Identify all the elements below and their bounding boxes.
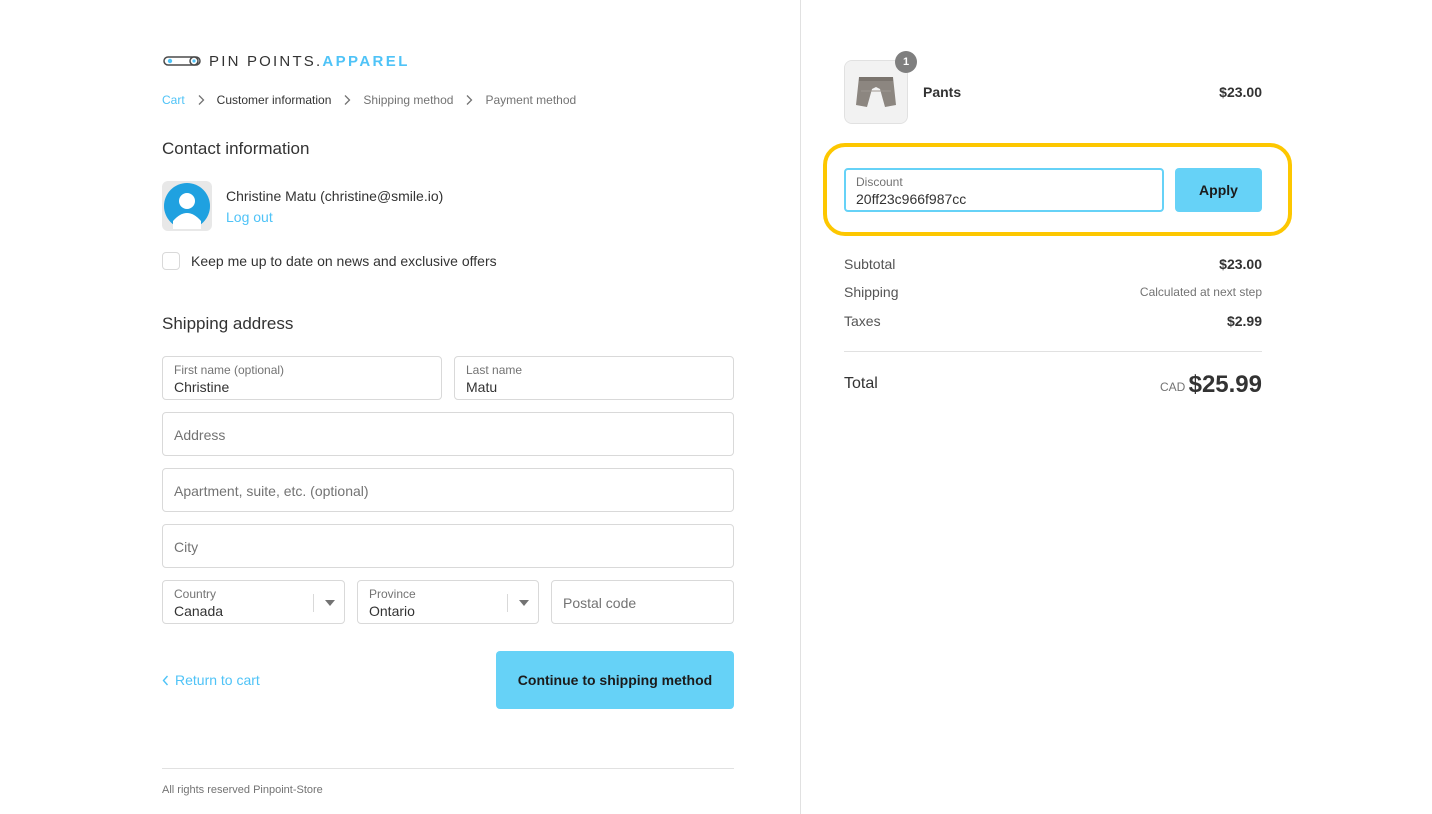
discount-label: Discount	[856, 175, 903, 189]
main-content: PIN POINTS.APPAREL Cart Customer informa…	[0, 0, 800, 814]
product-price: $23.00	[1219, 84, 1262, 100]
chevron-right-icon	[198, 95, 205, 105]
last-name-field[interactable]: Last name Matu	[454, 356, 734, 400]
select-divider	[507, 594, 508, 612]
newsletter-label: Keep me up to date on news and exclusive…	[191, 253, 497, 269]
shipping-row: Shipping Calculated at next step	[844, 284, 1262, 300]
shipping-address-heading: Shipping address	[162, 314, 294, 333]
return-to-cart-label: Return to cart	[175, 672, 260, 688]
newsletter-option[interactable]: Keep me up to date on news and exclusive…	[162, 252, 497, 270]
breadcrumb-payment-method: Payment method	[485, 93, 577, 107]
subtotal-value: $23.00	[1219, 256, 1262, 272]
address-field[interactable]: Address	[162, 412, 734, 456]
apartment-field[interactable]: Apartment, suite, etc. (optional)	[162, 468, 734, 512]
province-value: Ontario	[369, 603, 415, 619]
chevron-left-icon	[162, 675, 169, 685]
last-name-label: Last name	[466, 363, 523, 377]
breadcrumb-cart[interactable]: Cart	[162, 93, 185, 107]
discount-value: 20ff23c966f987cc	[856, 191, 967, 207]
address-placeholder: Address	[174, 427, 226, 443]
chevron-right-icon	[467, 95, 473, 105]
subtotal-row: Subtotal $23.00	[844, 256, 1262, 272]
shipping-value: Calculated at next step	[1139, 285, 1262, 299]
discount-code-input[interactable]: Discount 20ff23c966f987cc	[844, 168, 1164, 212]
first-name-label: First name (optional)	[174, 363, 285, 377]
footer-divider	[162, 768, 734, 769]
logout-link[interactable]: Log out	[226, 209, 273, 225]
taxes-value: $2.99	[1226, 313, 1262, 329]
total-label: Total	[844, 375, 878, 392]
apply-discount-button[interactable]: Apply	[1175, 168, 1262, 212]
taxes-label: Taxes	[844, 313, 881, 329]
country-value: Canada	[174, 603, 224, 619]
country-select[interactable]: Country Canada	[162, 580, 345, 624]
continue-to-shipping-button[interactable]: Continue to shipping method	[496, 651, 734, 709]
total-value: $25.99	[1188, 371, 1262, 398]
taxes-row: Taxes $2.99	[844, 313, 1262, 329]
select-divider	[313, 594, 314, 612]
quantity-badge: 1	[895, 51, 917, 73]
contact-name: Christine Matu (christine@smile.io)	[226, 188, 444, 204]
contact-information-heading: Contact information	[162, 139, 310, 158]
summary-divider	[844, 351, 1262, 352]
shipping-label: Shipping	[844, 284, 899, 300]
store-logo[interactable]: PIN POINTS.APPAREL	[163, 52, 410, 70]
footer-text: All rights reserved Pinpoint-Store	[162, 784, 323, 796]
newsletter-checkbox[interactable]	[162, 252, 180, 270]
first-name-value: Christine	[174, 379, 230, 395]
breadcrumb: Cart Customer information Shipping metho…	[162, 92, 576, 108]
total-currency: CAD	[1160, 380, 1186, 394]
last-name-value: Matu	[466, 379, 498, 395]
caret-down-icon	[325, 600, 335, 606]
city-field[interactable]: City	[162, 524, 734, 568]
city-placeholder: City	[174, 539, 199, 555]
product-name: Pants	[923, 84, 962, 100]
avatar	[162, 181, 212, 231]
first-name-field[interactable]: First name (optional) Christine	[162, 356, 442, 400]
subtotal-label: Subtotal	[844, 256, 896, 272]
chevron-right-icon	[344, 95, 351, 105]
breadcrumb-shipping-method: Shipping method	[363, 93, 454, 107]
logo-icon	[163, 56, 201, 66]
breadcrumb-customer-information: Customer information	[216, 93, 332, 107]
province-label: Province	[369, 587, 416, 601]
apartment-placeholder: Apartment, suite, etc. (optional)	[174, 483, 369, 499]
caret-down-icon	[519, 600, 529, 606]
return-to-cart-link[interactable]: Return to cart	[162, 672, 260, 688]
pants-image	[845, 61, 907, 123]
country-label: Country	[174, 587, 217, 601]
province-select[interactable]: Province Ontario	[357, 580, 539, 624]
logo-text: PIN POINTS.APPAREL	[209, 52, 410, 70]
user-icon	[164, 183, 210, 229]
postal-code-placeholder: Postal code	[563, 595, 637, 611]
postal-code-field[interactable]: Postal code	[551, 580, 734, 624]
